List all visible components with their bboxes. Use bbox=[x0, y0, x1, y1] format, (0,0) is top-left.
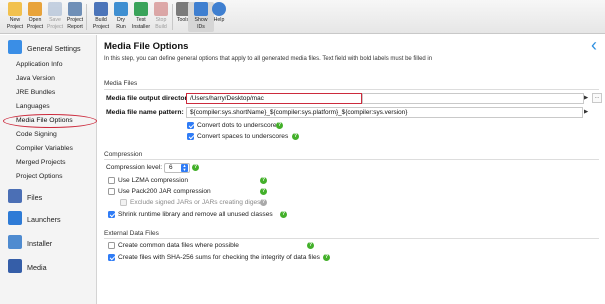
section-external-data-files: External Data Files bbox=[104, 230, 159, 237]
sidebar-item-jre-bundles[interactable]: JRE Bundles bbox=[16, 89, 55, 96]
files-icon bbox=[8, 189, 22, 203]
convert-dots-label: Convert dots to underscores bbox=[197, 122, 280, 129]
help-icon[interactable]: ? bbox=[260, 188, 267, 195]
toolbar: New Project Open Project Save Project Pr… bbox=[0, 0, 605, 34]
page-title: Media File Options bbox=[104, 41, 189, 52]
section-divider bbox=[104, 238, 599, 239]
name-pattern-label: Media file name pattern: bbox=[106, 109, 184, 116]
page-intro: In this step, you can define general opt… bbox=[104, 56, 433, 62]
help-icon[interactable]: ? bbox=[260, 177, 267, 184]
sidebar-group-label: Media bbox=[27, 263, 47, 272]
help-icon[interactable]: ? bbox=[192, 164, 199, 171]
help-icon[interactable]: ? bbox=[323, 254, 330, 261]
project-report-label-2: Report bbox=[67, 24, 83, 30]
new-project-icon bbox=[8, 2, 22, 16]
sidebar-group-label: General Settings bbox=[27, 44, 81, 53]
common-data-files-checkbox[interactable] bbox=[108, 242, 115, 249]
project-report-label-1: Project bbox=[66, 17, 84, 23]
exclude-signed-label: Exclude signed JARs or JARs creating dig… bbox=[130, 199, 266, 206]
name-pattern-field[interactable]: ${compiler:sys.shortName}_${compiler:sys… bbox=[186, 107, 583, 118]
lzma-checkbox[interactable] bbox=[108, 177, 115, 184]
sidebar-item-application-info[interactable]: Application Info bbox=[16, 61, 62, 68]
output-directory-field[interactable]: /Users/harry/Desktop/mac bbox=[186, 93, 362, 104]
general-settings-icon bbox=[8, 40, 22, 54]
sidebar-item-merged-projects[interactable]: Merged Projects bbox=[16, 159, 66, 166]
launchers-icon bbox=[8, 211, 22, 225]
sidebar-group-label: Installer bbox=[27, 239, 53, 248]
sidebar-item-media-file-options[interactable]: Media File Options bbox=[16, 117, 73, 124]
sidebar-item-compiler-variables[interactable]: Compiler Variables bbox=[16, 145, 73, 152]
browse-output-directory-button[interactable]: … bbox=[592, 93, 602, 103]
help-icon[interactable]: ? bbox=[276, 122, 283, 129]
sha256-label: Create files with SHA-256 sums for check… bbox=[118, 254, 320, 261]
lzma-label: Use LZMA compression bbox=[118, 177, 188, 184]
compression-level-value: 6 bbox=[169, 164, 173, 171]
output-directory-field-extension[interactable] bbox=[362, 93, 584, 104]
project-report-button[interactable]: Project Report bbox=[62, 2, 88, 30]
toolbar-separator bbox=[86, 4, 87, 30]
sidebar-group-general-settings[interactable]: General Settings bbox=[0, 39, 97, 57]
sha256-checkbox[interactable] bbox=[108, 254, 115, 261]
sidebar-group-files[interactable]: Files bbox=[0, 188, 97, 206]
help-icon[interactable]: ? bbox=[280, 211, 287, 218]
show-ids-label-2: IDs bbox=[197, 24, 205, 30]
help-button[interactable]: Help bbox=[206, 2, 232, 23]
compression-level-label: Compression level: bbox=[106, 164, 163, 171]
exclude-signed-checkbox[interactable] bbox=[120, 199, 127, 206]
output-directory-arrow-icon[interactable]: ▶ bbox=[584, 95, 588, 101]
section-media-files: Media Files bbox=[104, 80, 138, 87]
build-project-icon bbox=[94, 2, 108, 16]
common-data-files-label: Create common data files where possible bbox=[118, 242, 239, 249]
help-icon[interactable]: ? bbox=[292, 133, 299, 140]
section-divider bbox=[104, 159, 599, 160]
sidebar-group-launchers[interactable]: Launchers bbox=[0, 210, 97, 228]
save-project-icon bbox=[48, 2, 62, 16]
main-panel: Media File Options ‹ In this step, you c… bbox=[98, 35, 605, 304]
open-project-icon bbox=[28, 2, 42, 16]
convert-dots-checkbox[interactable] bbox=[187, 122, 194, 129]
chevron-down-icon: ▲ ▼ bbox=[181, 163, 188, 172]
shrink-runtime-label: Shrink runtime library and remove all un… bbox=[118, 211, 273, 218]
help-icon[interactable]: ? bbox=[260, 199, 267, 206]
test-installer-icon bbox=[134, 2, 148, 16]
output-directory-label: Media file output directory: bbox=[106, 95, 194, 102]
sidebar-item-code-signing[interactable]: Code Signing bbox=[16, 131, 57, 138]
installer-icon bbox=[8, 235, 22, 249]
sidebar-item-languages[interactable]: Languages bbox=[16, 103, 50, 110]
help-icon[interactable]: ? bbox=[307, 242, 314, 249]
back-arrow-icon[interactable]: ‹ bbox=[591, 35, 597, 56]
shrink-runtime-checkbox[interactable] bbox=[108, 211, 115, 218]
convert-spaces-checkbox[interactable] bbox=[187, 133, 194, 140]
project-report-icon bbox=[68, 2, 82, 16]
convert-spaces-label: Convert spaces to underscores bbox=[197, 133, 289, 140]
help-icon bbox=[212, 2, 226, 16]
name-pattern-arrow-icon[interactable]: ▶ bbox=[584, 109, 588, 115]
dry-run-icon bbox=[114, 2, 128, 16]
compression-level-select[interactable]: 6 ▲ ▼ bbox=[164, 163, 190, 173]
stop-build-icon bbox=[154, 2, 168, 16]
sidebar-item-java-version[interactable]: Java Version bbox=[16, 75, 55, 82]
media-icon bbox=[8, 259, 22, 273]
pack200-label: Use Pack200 JAR compression bbox=[118, 188, 211, 195]
stop-build-label-2: Build bbox=[155, 24, 167, 30]
sidebar-group-label: Files bbox=[27, 193, 43, 202]
sidebar-item-project-options[interactable]: Project Options bbox=[16, 173, 62, 180]
section-divider bbox=[104, 89, 599, 90]
help-label: Help bbox=[213, 17, 225, 23]
sidebar-group-installer[interactable]: Installer bbox=[0, 234, 97, 252]
section-compression: Compression bbox=[104, 151, 143, 158]
sidebar: General Settings Application Info Java V… bbox=[0, 35, 97, 304]
sidebar-group-media[interactable]: Media bbox=[0, 258, 97, 276]
sidebar-group-label: Launchers bbox=[27, 215, 61, 224]
pack200-checkbox[interactable] bbox=[108, 188, 115, 195]
